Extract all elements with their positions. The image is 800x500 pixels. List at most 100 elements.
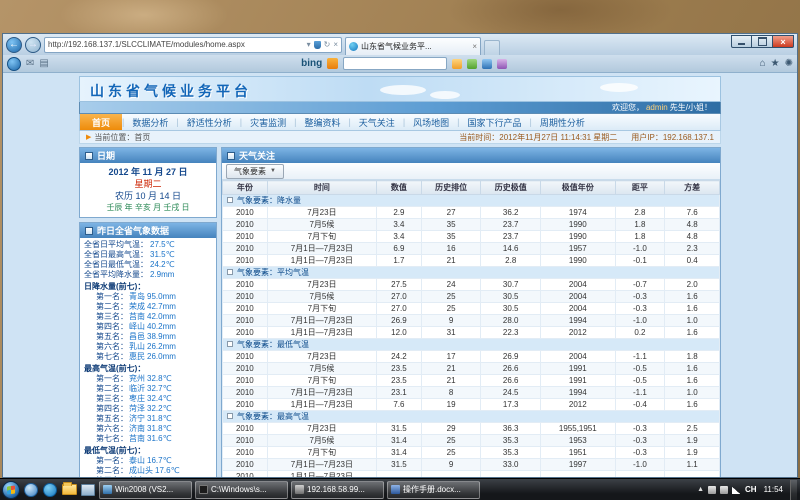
table-row[interactable]: 20101月1日—7月23日12.03122.320120.21.6 <box>223 327 720 339</box>
nav-item-1[interactable]: 首页 <box>80 114 122 130</box>
stop-icon[interactable]: × <box>333 40 338 49</box>
new-tab-button[interactable] <box>484 40 500 55</box>
taskbar-task-1[interactable]: Win2008 (VS2... <box>99 481 192 499</box>
maximize-button[interactable] <box>752 35 773 48</box>
toolbar-app-icon-4[interactable] <box>497 59 507 69</box>
taskbar-task-3[interactable]: 192.168.58.99... <box>291 481 384 499</box>
rank-item: 第五名：济宁31.8℃ <box>84 414 212 424</box>
close-button[interactable] <box>773 35 794 48</box>
tray-expand-icon[interactable]: ▲ <box>697 486 704 493</box>
network-icon[interactable] <box>732 486 741 494</box>
table-row[interactable]: 20107月下旬27.02530.52004-0.31.6 <box>223 303 720 315</box>
table-cell: 12.0 <box>377 327 422 339</box>
nav-item-9[interactable]: 周期性分析 <box>532 114 593 131</box>
section-checkbox[interactable] <box>227 197 233 203</box>
rank-value: 40.2mm <box>147 322 176 332</box>
toolbar-app-icon-3[interactable] <box>482 59 492 69</box>
quick-launch-app[interactable] <box>80 482 96 498</box>
table-cell: 1月1日—7月23日 <box>267 471 376 478</box>
table-cell: 2010 <box>223 459 268 471</box>
column-header: 历史极值 <box>481 181 541 195</box>
favorites-star-icon[interactable]: ★ <box>771 58 780 69</box>
rank-group-title: 日降水量(前七)： <box>84 282 212 292</box>
ie-compatibility-icon[interactable] <box>7 57 21 71</box>
nav-item-2[interactable]: 数据分析 <box>124 114 176 131</box>
rank-label: 第七名： <box>96 352 128 362</box>
table-row[interactable]: 20107月5候27.02530.52004-0.31.6 <box>223 291 720 303</box>
tray-status-icon-1[interactable] <box>708 486 716 494</box>
section-checkbox[interactable] <box>227 341 233 347</box>
toolbar-search-input[interactable] <box>343 57 447 70</box>
url-text[interactable]: http://192.168.137.1/SLCCLIMATE/modules/… <box>48 40 304 49</box>
table-cell: 2.5 <box>665 423 720 435</box>
table-row[interactable]: 20101月1日—7月23日1.7212.81990-0.10.4 <box>223 255 720 267</box>
table-row[interactable]: 20107月1日—7月23日31.5933.01997-1.01.1 <box>223 459 720 471</box>
weather-stat-row: 全省日最高气温：31.5℃ <box>84 250 212 260</box>
table-row[interactable]: 20101月1日—7月23日7.61917.32012-0.41.6 <box>223 399 720 411</box>
nav-item-7[interactable]: 风场地图 <box>405 114 457 131</box>
mail-icon[interactable]: ✉ <box>26 59 34 69</box>
table-cell: 29 <box>421 423 481 435</box>
page-content: 山东省气候业务平台 欢迎您， admin 先生/小姐！ 首页|数据分析|舒适性分… <box>79 76 721 477</box>
table-cell: 1997 <box>541 459 616 471</box>
table-row[interactable]: 20107月1日—7月23日23.1824.51994-1.11.0 <box>223 387 720 399</box>
status-row: ▶ 当前位置：首页 当前时间：2012年11月27日 11:14:31 星期二 … <box>79 131 721 144</box>
refresh-icon[interactable]: ↻ <box>324 40 331 49</box>
url-bar[interactable]: http://192.168.137.1/SLCCLIMATE/modules/… <box>44 37 342 53</box>
quick-launch-explorer[interactable] <box>61 482 77 498</box>
table-cell: 33.0 <box>481 459 541 471</box>
table-cell: 1.9 <box>665 435 720 447</box>
table-row[interactable]: 20101月1日—7月23日 <box>223 471 720 478</box>
toolbar-app-icon-1[interactable] <box>452 59 462 69</box>
nav-item-3[interactable]: 舒适性分析 <box>179 114 240 131</box>
element-filter-button[interactable]: 气象要素 ▼ <box>226 164 284 179</box>
toolbar-app-icon-2[interactable] <box>467 59 477 69</box>
autocomplete-dropdown-icon[interactable]: ▾ <box>307 40 311 49</box>
section-checkbox[interactable] <box>227 413 233 419</box>
rank-value: 95.0mm <box>147 292 176 302</box>
browser-tab[interactable]: 山东省气候业务平... × <box>345 37 481 55</box>
nav-item-4[interactable]: 灾害监测 <box>242 114 294 131</box>
taskbar-clock[interactable]: 11:54 <box>761 485 786 494</box>
table-cell: 27.0 <box>377 291 422 303</box>
show-desktop-button[interactable] <box>790 480 797 500</box>
tray-status-icon-2[interactable] <box>720 486 728 494</box>
table-cell: 1.8 <box>615 231 665 243</box>
rank-value: 32.4℃ <box>147 394 172 404</box>
table-cell: 2004 <box>541 303 616 315</box>
minimize-button[interactable] <box>731 35 752 48</box>
home-icon[interactable]: ⌂ <box>760 58 766 69</box>
table-row[interactable]: 20107月23日27.52430.72004-0.72.0 <box>223 279 720 291</box>
nav-item-6[interactable]: 天气关注 <box>351 114 403 131</box>
print-icon[interactable]: ▤ <box>39 59 48 69</box>
rank-label: 第五名： <box>96 332 128 342</box>
table-row[interactable]: 20107月23日2.92736.219742.87.6 <box>223 207 720 219</box>
table-row[interactable]: 20107月1日—7月23日6.91614.61957-1.02.3 <box>223 243 720 255</box>
tools-gear-icon[interactable]: ✺ <box>785 58 793 69</box>
taskbar-task-2[interactable]: C:\Windows\s... <box>195 481 288 499</box>
table-row[interactable]: 20107月1日—7月23日26.9928.01994-1.01.0 <box>223 315 720 327</box>
table-cell: -0.3 <box>615 303 665 315</box>
table-row[interactable]: 20107月下旬23.52126.61991-0.51.6 <box>223 375 720 387</box>
table-row[interactable]: 20107月下旬3.43523.719901.84.8 <box>223 231 720 243</box>
section-checkbox[interactable] <box>227 269 233 275</box>
nav-item-8[interactable]: 国家下行产品 <box>460 114 530 131</box>
tab-close-icon[interactable]: × <box>472 42 477 51</box>
nav-item-5[interactable]: 整编资料 <box>296 114 348 131</box>
table-cell: 2010 <box>223 207 268 219</box>
back-button[interactable]: ← <box>6 37 22 53</box>
start-button[interactable] <box>2 481 20 499</box>
table-row[interactable]: 20107月23日24.21726.92004-1.11.8 <box>223 351 720 363</box>
forward-button[interactable]: → <box>25 37 41 53</box>
table-row[interactable]: 20107月5候3.43523.719901.84.8 <box>223 219 720 231</box>
quick-launch-media[interactable] <box>23 482 39 498</box>
quick-launch-ie[interactable] <box>42 482 58 498</box>
table-row[interactable]: 20107月下旬31.42535.31951-0.31.9 <box>223 447 720 459</box>
table-row[interactable]: 20107月5候31.42535.31953-0.31.9 <box>223 435 720 447</box>
table-cell: 2010 <box>223 423 268 435</box>
taskbar-task-4[interactable]: 操作手册.docx... <box>387 481 480 499</box>
language-indicator[interactable]: CH <box>745 485 757 494</box>
table-cell: 2010 <box>223 327 268 339</box>
table-row[interactable]: 20107月5候23.52126.61991-0.51.6 <box>223 363 720 375</box>
table-row[interactable]: 20107月23日31.52936.31955,1951-0.32.5 <box>223 423 720 435</box>
